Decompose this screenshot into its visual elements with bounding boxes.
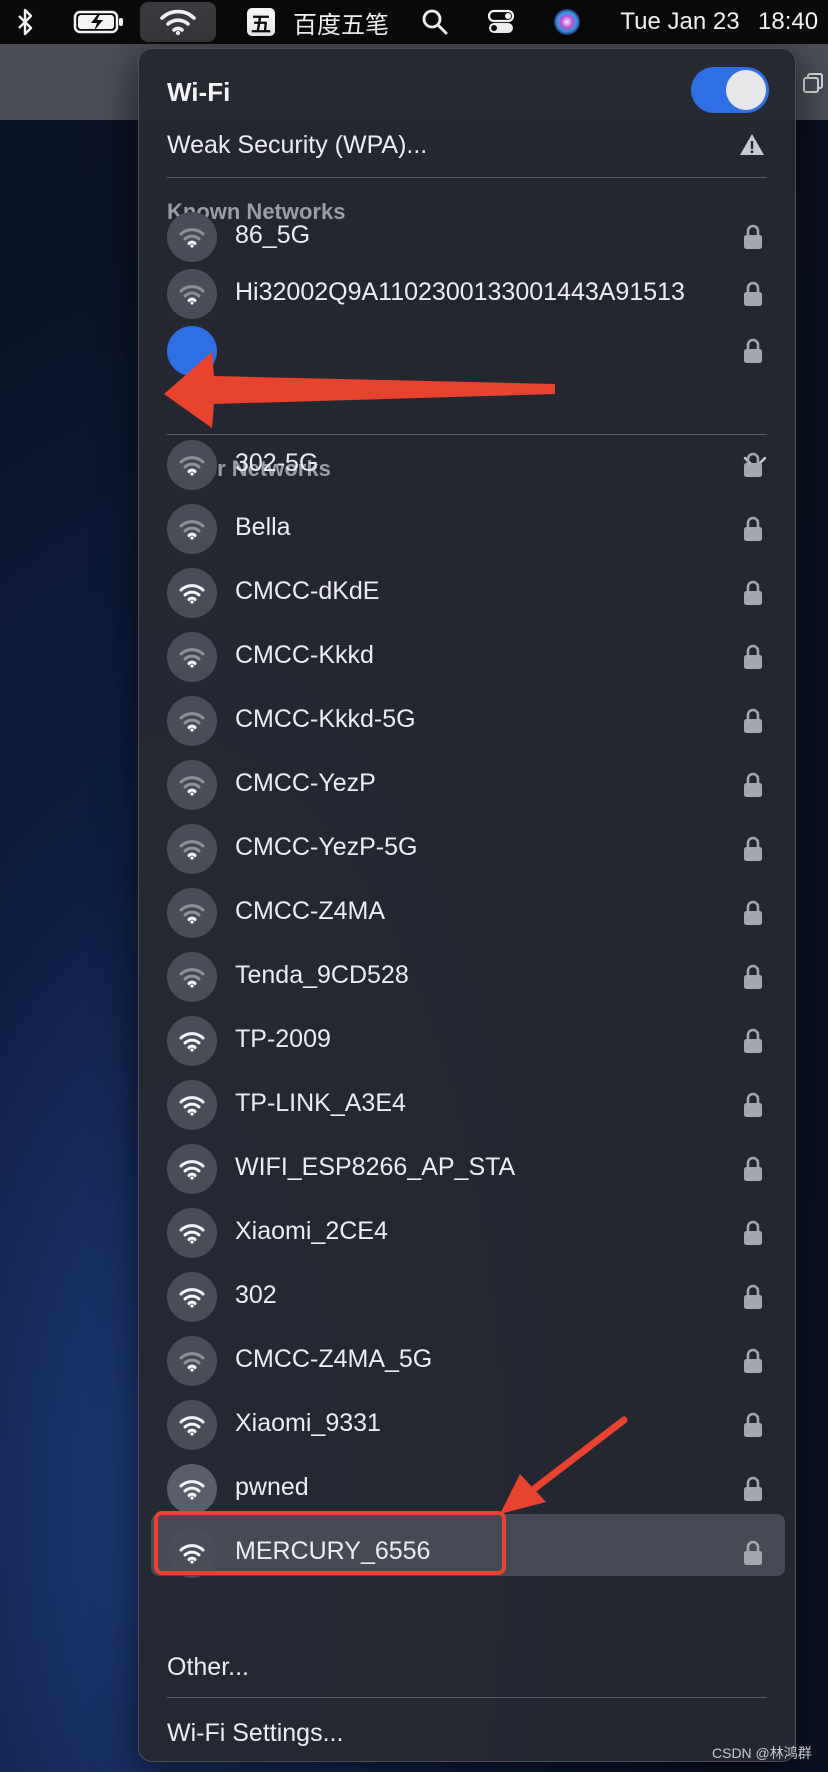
watermark: CSDN @林鸿群 xyxy=(712,1745,812,1761)
annotation-arrow-left xyxy=(164,352,555,428)
annotation-arrow-diagonal xyxy=(500,1416,628,1514)
annotation-arrows xyxy=(164,352,628,1514)
